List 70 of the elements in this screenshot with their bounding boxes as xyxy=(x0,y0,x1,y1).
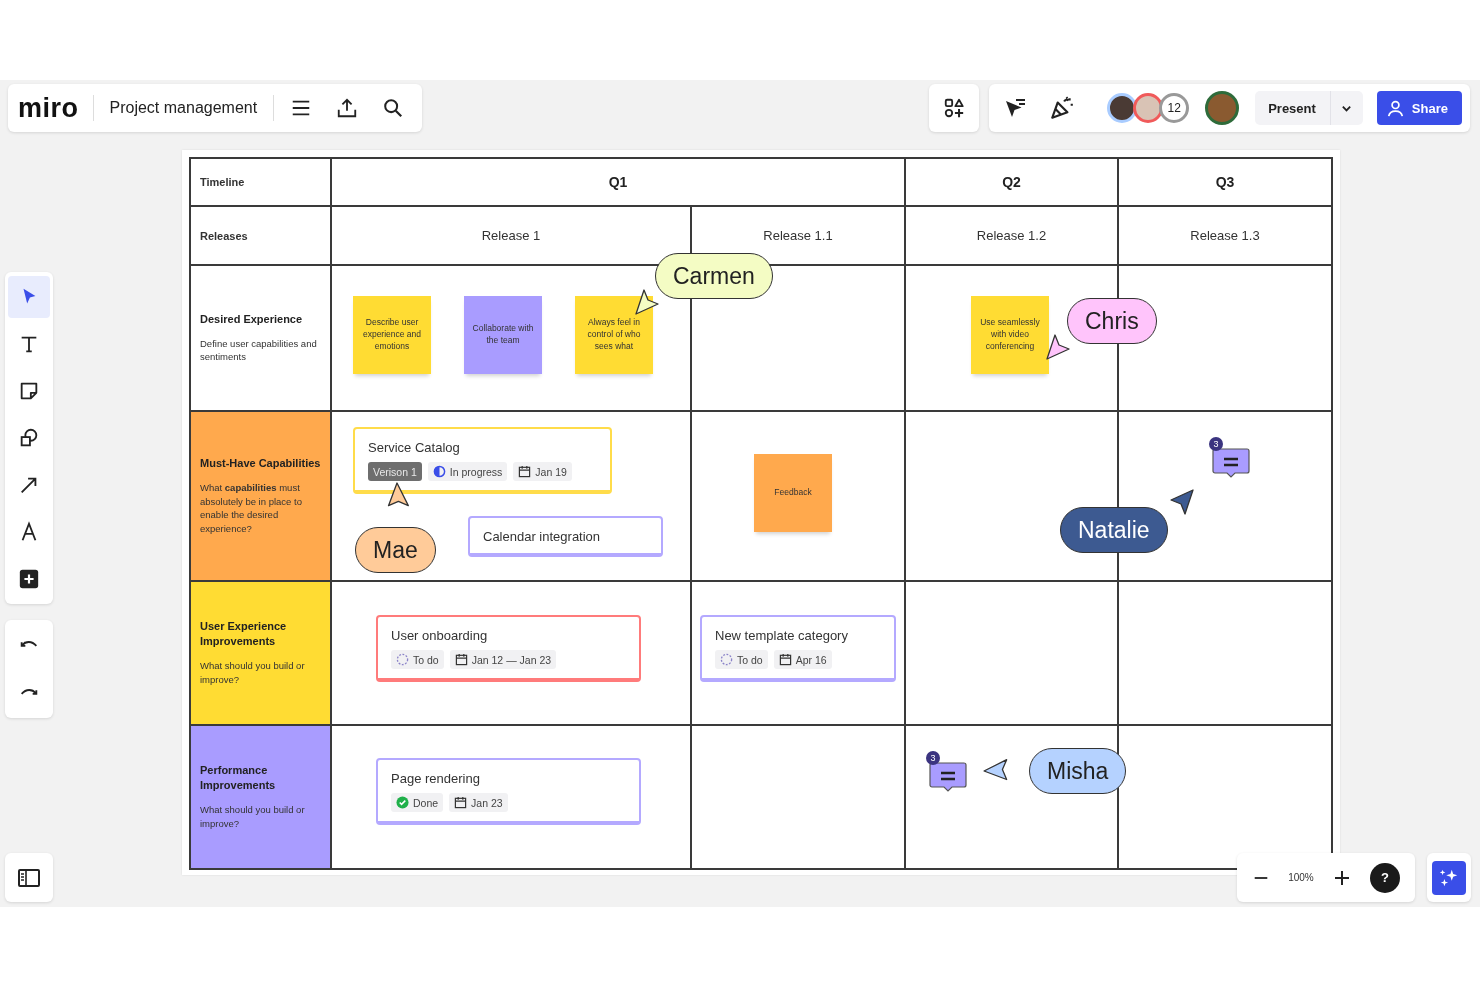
date-tag: Jan 12 — Jan 23 xyxy=(449,650,557,669)
dotted-circle-icon xyxy=(720,653,733,666)
row-title: User Experience Improvements xyxy=(200,619,288,650)
half-circle-icon xyxy=(432,465,446,478)
version-tag: Verison 1 xyxy=(368,462,422,481)
upload-icon[interactable] xyxy=(336,97,359,119)
status-tag: In progress xyxy=(427,462,508,481)
quarter-header: Q2 xyxy=(906,159,1119,207)
status-tag: To do xyxy=(715,650,768,669)
cursor-name-label: Mae xyxy=(355,527,436,573)
table-cell: Timeline xyxy=(191,159,332,207)
status-tag: To do xyxy=(391,650,444,669)
comment-count-badge: 3 xyxy=(1209,437,1223,451)
card-title: New template category xyxy=(715,628,849,643)
avatar[interactable] xyxy=(1205,91,1240,125)
collaborator-count[interactable]: 12 xyxy=(1159,93,1190,123)
plus-icon xyxy=(18,568,40,590)
calendar-icon xyxy=(778,653,792,666)
date-tag: Apr 16 xyxy=(773,650,832,669)
sticky-note-icon xyxy=(18,380,40,402)
release-header: Release 1.2 xyxy=(906,207,1119,266)
party-popper-icon[interactable] xyxy=(1049,95,1076,121)
status-tag: Done xyxy=(391,793,444,812)
help-button[interactable]: ? xyxy=(1369,862,1400,893)
calendar-icon xyxy=(454,796,468,809)
quarter-header: Q1 xyxy=(332,159,906,207)
date-tag: Jan 19 xyxy=(513,462,572,481)
miro-logo[interactable]: miro xyxy=(18,92,79,124)
card-title: User onboarding xyxy=(391,628,489,643)
calendar-icon xyxy=(454,653,468,666)
sticky-note[interactable]: Feedback xyxy=(754,454,832,532)
cursor-name-label: Misha xyxy=(1029,748,1127,794)
board-title[interactable]: Project management xyxy=(109,99,258,117)
share-button[interactable]: Share xyxy=(1376,91,1462,125)
dotted-circle-icon xyxy=(396,653,409,666)
task-card[interactable]: Service Catalog Verison 1 In progress Jan 19 xyxy=(353,427,612,494)
sticky-note[interactable]: Describe user experience and emotions xyxy=(353,296,431,374)
task-card[interactable]: Calendar integration xyxy=(468,516,663,557)
cursor-name-label: Natalie xyxy=(1060,507,1168,553)
calendar-icon xyxy=(518,465,532,478)
date-tag: Jan 23 xyxy=(449,793,508,812)
ai-assist-button[interactable] xyxy=(1432,860,1466,895)
row-description: What capabilities must absolutely be in place to enable the desired experience? xyxy=(200,480,303,536)
card-title: Service Catalog xyxy=(368,440,461,455)
user-icon xyxy=(1386,99,1404,117)
row-title: Desired Experience xyxy=(200,311,303,327)
comment-count-badge: 3 xyxy=(926,751,940,765)
select-tool[interactable] xyxy=(8,276,50,318)
row-title: Performance Improvements xyxy=(200,763,277,794)
cursor-name-label: Chris xyxy=(1067,298,1157,344)
cursor-name-label: Carmen xyxy=(655,253,773,299)
row-title: Must-Have Capabilities xyxy=(200,456,321,471)
zoom-level[interactable]: 100% xyxy=(1288,872,1314,883)
sticky-note[interactable]: Always feel in control of who sees what xyxy=(575,296,653,374)
quarter-header: Q3 xyxy=(1119,159,1333,207)
search-icon[interactable] xyxy=(382,97,405,119)
row-description: What should you build or improve? xyxy=(200,803,306,831)
card-title: Calendar integration xyxy=(483,529,602,544)
shapes-icon[interactable] xyxy=(943,97,966,119)
row-description: Define user capabilities and sentiments xyxy=(200,336,318,365)
release-header: Release 1.3 xyxy=(1119,207,1333,266)
task-card[interactable]: User onboarding To do Jan 12 — Jan 23 xyxy=(376,615,641,682)
shapes-tool-icon xyxy=(18,427,40,449)
task-card[interactable]: New template category To do Apr 16 xyxy=(700,615,896,682)
task-card[interactable]: Page rendering Done Jan 23 xyxy=(376,758,641,825)
card-title: Page rendering xyxy=(391,771,481,786)
row-description: What should you build or improve? xyxy=(200,659,306,687)
check-circle-icon xyxy=(396,796,409,809)
sticky-note[interactable]: Collaborate with the team xyxy=(464,296,542,374)
sticky-note[interactable]: Use seamlessly with video conferencing xyxy=(971,296,1049,374)
